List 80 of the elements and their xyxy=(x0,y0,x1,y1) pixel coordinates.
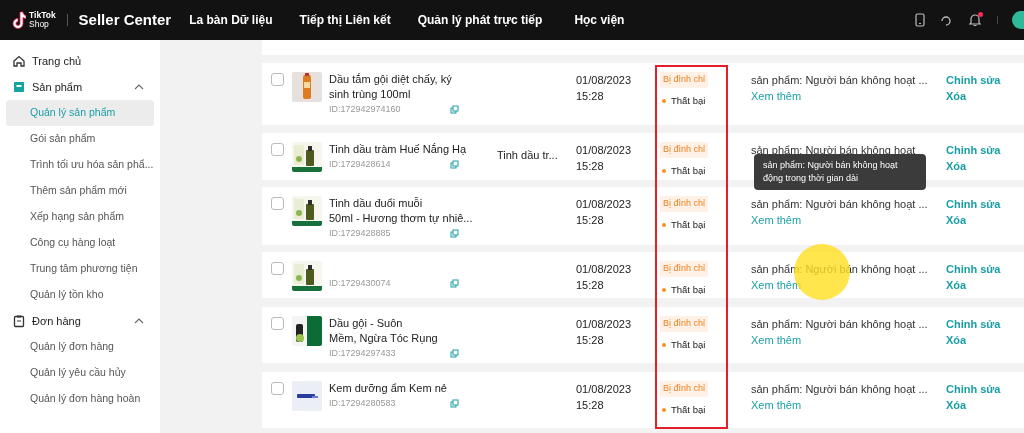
product-id: ID:17294297433 xyxy=(329,347,396,360)
nav-link[interactable]: Tiếp thị Liên kết xyxy=(299,11,391,29)
product-id: ID:1729428885 xyxy=(329,227,391,240)
time-text: 15:28 xyxy=(576,398,605,413)
time-text: 15:28 xyxy=(576,333,605,348)
copy-icon xyxy=(450,229,459,239)
home-icon xyxy=(12,54,26,68)
time-text: 15:28 xyxy=(576,278,605,293)
product-name[interactable]: Dầu gội - Suôn Mềm, Ngừa Tóc Rụng xyxy=(329,316,497,346)
nav-link[interactable]: Học viện xyxy=(574,11,625,29)
status-text: Thất bại xyxy=(671,337,706,352)
sidebar-item[interactable]: Trình tối ưu hóa sản phẩ... xyxy=(6,152,154,178)
clipboard-icon xyxy=(12,314,26,328)
status-badge: Bị đình chỉ xyxy=(660,196,709,212)
sidebar-item[interactable]: Trang chủ xyxy=(32,52,82,70)
sidebar-item[interactable]: Công cụ hàng loạt xyxy=(6,230,154,256)
sidebar-item[interactable]: Xếp hạng sản phẩm xyxy=(6,204,154,230)
checkbox[interactable] xyxy=(271,73,284,86)
checkbox[interactable] xyxy=(271,262,284,275)
status-text: Thất bại xyxy=(671,217,706,232)
status-badge: Bị đình chỉ xyxy=(660,142,709,158)
avatar[interactable] xyxy=(1012,11,1024,29)
product-name[interactable]: Dầu tắm gội diệt chấy, ký sinh trùng 100ml xyxy=(329,72,497,102)
status-badge: Bị đình chỉ xyxy=(660,381,709,397)
date-text: 01/08/2023 xyxy=(576,73,633,88)
status-text: Thất bại xyxy=(671,402,706,417)
sidebar-item[interactable]: Quản lý đơn hàng hoàn xyxy=(6,386,154,412)
status-text: Thất bại xyxy=(671,282,706,297)
time-text: 15:28 xyxy=(576,213,605,228)
product-id: ID:1729428614 xyxy=(329,158,391,171)
date-text: 01/08/2023 xyxy=(576,143,633,158)
copy-icon xyxy=(450,279,459,289)
copy-icon xyxy=(450,105,459,115)
app-title: Seller Center xyxy=(78,9,172,30)
box-icon xyxy=(12,80,26,94)
bell-icon xyxy=(967,12,983,28)
sidebar-item[interactable]: Trung tâm phương tiện xyxy=(6,256,154,282)
status-text: Thất bại xyxy=(671,93,706,108)
nav-link[interactable]: Quản lý phát trực tiếp xyxy=(417,11,543,29)
reason-text: sản phẩm: Người bán không hoạt ... xyxy=(751,317,928,332)
status-badge: Bị đình chỉ xyxy=(660,316,709,332)
date-text: 01/08/2023 xyxy=(576,262,633,277)
reason-text: sản phẩm: Người bán không hoạt ... xyxy=(751,73,928,88)
logo-text: Shop xyxy=(29,20,50,29)
reason-text: sản phẩm: Người bán không hoạt ... xyxy=(751,197,928,212)
sidebar-item[interactable]: Gói sản phẩm xyxy=(6,126,154,152)
checkbox[interactable] xyxy=(271,382,284,395)
time-text: 15:28 xyxy=(576,89,605,104)
sidebar-item[interactable]: Thêm sản phẩm mới xyxy=(6,178,154,204)
checkbox[interactable] xyxy=(271,317,284,330)
nav-link[interactable]: La bàn Dữ liệu xyxy=(189,11,273,29)
copy-icon xyxy=(450,349,459,359)
status-badge: Bị đình chỉ xyxy=(660,72,709,88)
sidebar-item[interactable]: Quản lý tồn kho xyxy=(6,282,154,308)
product-id: ID:1729430074 xyxy=(329,277,391,290)
sidebar-item[interactable]: Quản lý đơn hàng xyxy=(6,334,154,360)
time-text: 15:28 xyxy=(576,159,605,174)
product-name[interactable]: Tinh dầu tràm Huế Nắng Hạ xyxy=(329,142,497,157)
checkbox[interactable] xyxy=(271,143,284,156)
copy-icon xyxy=(450,160,459,170)
product-id: ID:172942974160 xyxy=(329,103,401,116)
product-id: ID:17294280583 xyxy=(329,397,396,410)
phone-icon xyxy=(915,13,925,27)
status-badge: Bị đình chỉ xyxy=(660,261,709,277)
product-name[interactable]: Kem dưỡng ẩm Kem nẻ xyxy=(329,381,497,396)
sidebar-item[interactable]: Đơn hàng xyxy=(32,312,81,330)
sidebar-item[interactable]: Sản phẩm xyxy=(32,78,83,96)
date-text: 01/08/2023 xyxy=(576,197,633,212)
sidebar-item[interactable]: Quản lý yêu cầu hủy xyxy=(6,360,154,386)
reason-text: sản phẩm: Người bán không hoạt ... xyxy=(751,382,928,397)
date-text: 01/08/2023 xyxy=(576,317,633,332)
checkbox[interactable] xyxy=(271,197,284,210)
copy-icon xyxy=(450,399,459,409)
category-text: Tinh dầu tr... xyxy=(497,149,558,161)
status-text: Thất bại xyxy=(671,163,706,178)
music-note-icon xyxy=(12,11,26,29)
date-text: 01/08/2023 xyxy=(576,382,633,397)
logo-text: TikTok xyxy=(29,11,56,20)
tooltip: sản phẩm: Người bán không hoạt động trong thời gian dài xyxy=(754,154,926,190)
product-name[interactable]: Tinh dầu đuổi muỗi 50ml - Hương thơm tự nhiê... xyxy=(329,196,497,226)
